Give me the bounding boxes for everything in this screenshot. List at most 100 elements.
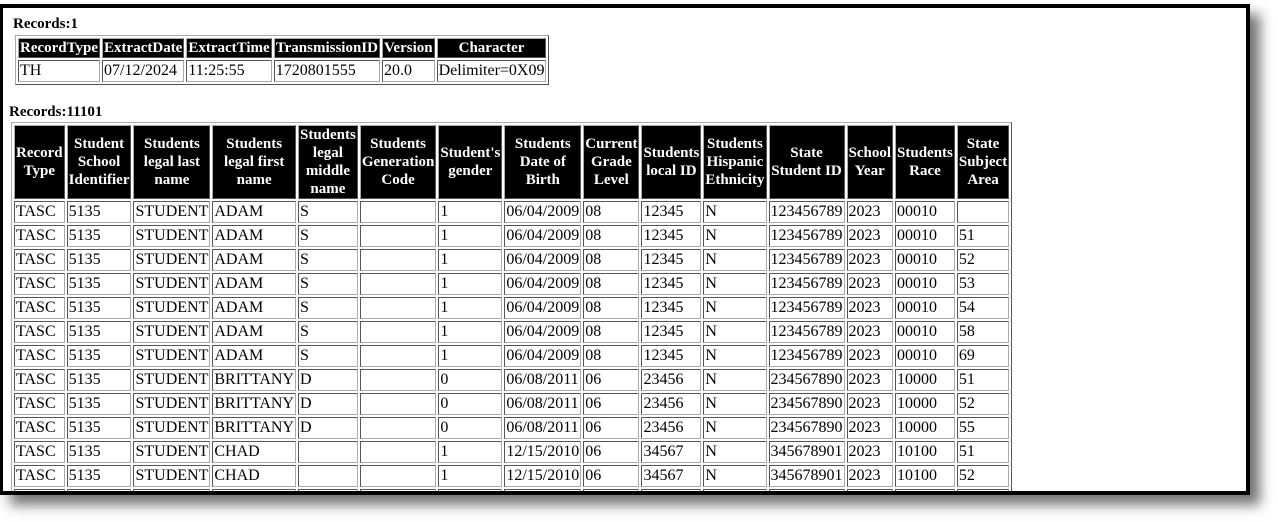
cell-state-student-id: 345678901 (768, 441, 845, 463)
column-header-hispanic-ethnicity: Students Hispanic Ethnicity (703, 125, 767, 199)
cell-record-type: TASC (14, 321, 65, 343)
cell-legal-first-name: ADAM (212, 321, 296, 343)
cell-state-subject-area: 51 (956, 441, 1010, 463)
cell-state-subject-area (956, 201, 1010, 223)
cell-legal-first-name: ADAM (212, 297, 296, 319)
cell-legal-last-name: STUDENT (133, 441, 211, 463)
cell-legal-first-name: CHAD (212, 441, 296, 463)
column-header-extractdate: ExtractDate (102, 38, 185, 58)
cell-student-school-identifier: 5135 (66, 369, 132, 391)
column-header-school-year: School Year (846, 125, 894, 199)
column-header-version: Version (381, 38, 435, 58)
cell-race: 00010 (895, 225, 955, 247)
cell-gender: 0 (438, 417, 503, 439)
cell-student-school-identifier: 5135 (66, 345, 132, 367)
cell-date-of-birth: 12/15/2010 (504, 489, 582, 491)
cell-local-id: 34567 (641, 441, 702, 463)
cell-legal-first-name: ADAM (212, 345, 296, 367)
cell-hispanic-ethnicity: N (703, 345, 767, 367)
cell-hispanic-ethnicity: N (703, 225, 767, 247)
cell-local-id: 23456 (641, 417, 702, 439)
cell-date-of-birth: 12/15/2010 (504, 465, 582, 487)
cell-hispanic-ethnicity: N (703, 369, 767, 391)
cell-local-id: 23456 (641, 369, 702, 391)
cell-grade-level: 08 (583, 273, 640, 295)
cell-state-student-id: 123456789 (768, 201, 845, 223)
cell-local-id: 12345 (641, 273, 702, 295)
cell-generation-code (359, 393, 437, 415)
cell-gender: 1 (438, 321, 503, 343)
cell-recordtype: TH (18, 60, 101, 82)
cell-grade-level: 06 (583, 489, 640, 491)
cell-student-school-identifier: 5135 (66, 249, 132, 271)
table-row: TASC 5135 STUDENT ADAM S 1 06/04/2009 08 12345 N 1… (14, 201, 1010, 223)
student-records-body: TASC 5135 STUDENT ADAM S 1 06/04/2009 08 12345 N 1… (14, 201, 1010, 491)
cell-record-type: TASC (14, 465, 65, 487)
cell-gender: 1 (438, 441, 503, 463)
cell-race: 10000 (895, 417, 955, 439)
cell-student-school-identifier: 5135 (66, 441, 132, 463)
table-row: TASC 5135 STUDENT ADAM S 1 06/04/2009 08 12345 N 1… (14, 225, 1010, 247)
cell-student-school-identifier: 5135 (66, 225, 132, 247)
cell-generation-code (359, 489, 437, 491)
cell-legal-last-name: STUDENT (133, 369, 211, 391)
cell-legal-middle-name: S (297, 249, 358, 271)
cell-student-school-identifier: 5135 (66, 201, 132, 223)
table-row: TASC 5135 STUDENT ADAM S 1 06/04/2009 08 12345 N 1… (14, 321, 1010, 343)
cell-local-id: 34567 (641, 489, 702, 491)
cell-generation-code (359, 441, 437, 463)
cell-race: 10100 (895, 465, 955, 487)
header-records-count: Records:1 (13, 16, 78, 32)
cell-generation-code (359, 465, 437, 487)
cell-school-year: 2023 (846, 249, 894, 271)
cell-character: Delimiter=0X09 (436, 60, 547, 82)
cell-student-school-identifier: 5135 (66, 489, 132, 491)
cell-state-student-id: 123456789 (768, 321, 845, 343)
cell-legal-first-name: CHAD (212, 489, 296, 491)
cell-grade-level: 06 (583, 393, 640, 415)
cell-legal-middle-name: D (297, 369, 358, 391)
cell-legal-middle-name: D (297, 393, 358, 415)
cell-gender: 1 (438, 225, 503, 247)
frame-top-gap (590, 0, 1278, 4)
cell-date-of-birth: 06/08/2011 (504, 393, 582, 415)
table-row: TASC 5135 STUDENT ADAM S 1 06/04/2009 08 12345 N 1… (14, 345, 1010, 367)
cell-generation-code (359, 201, 437, 223)
cell-student-school-identifier: 5135 (66, 297, 132, 319)
table-row: TASC5135STUDENTCHAD 112/15/20100634567N34… (14, 489, 1010, 491)
cell-school-year: 2023 (846, 369, 894, 391)
cell-generation-code (359, 345, 437, 367)
cell-local-id: 12345 (641, 225, 702, 247)
cell-race: 10000 (895, 393, 955, 415)
column-header-legal-last-name: Students legal last name (133, 125, 211, 199)
cell-state-student-id: 123456789 (768, 297, 845, 319)
cell-legal-last-name: STUDENT (133, 225, 211, 247)
cell-legal-last-name: STUDENT (133, 393, 211, 415)
cell-state-subject-area: 69 (956, 345, 1010, 367)
cell-legal-last-name: STUDENT (133, 465, 211, 487)
cell-student-school-identifier: 5135 (66, 393, 132, 415)
cell-extractdate: 07/12/2024 (102, 60, 185, 82)
cell-generation-code (359, 225, 437, 247)
cell-gender: 1 (438, 201, 503, 223)
student-records-head-row: Record Type Student School Identifier Stud… (14, 125, 1010, 199)
column-header-character: Character (436, 38, 547, 58)
cell-local-id: 23456 (641, 393, 702, 415)
cell-legal-last-name: STUDENT (133, 417, 211, 439)
column-header-state-student-id: State Student ID (768, 125, 845, 199)
cell-school-year: 2023 (846, 321, 894, 343)
cell-state-subject-area: 51 (956, 225, 1010, 247)
table-row: TASC5135STUDENTCHAD 112/15/20100634567N34… (14, 441, 1010, 463)
cell-grade-level: 06 (583, 417, 640, 439)
cell-state-subject-area: 55 (956, 489, 1010, 491)
cell-hispanic-ethnicity: N (703, 441, 767, 463)
cell-legal-first-name: ADAM (212, 225, 296, 247)
cell-legal-first-name: BRITTANY (212, 393, 296, 415)
header-record-table-head-row: RecordType ExtractDate ExtractTime Trans… (18, 38, 547, 58)
cell-grade-level: 06 (583, 369, 640, 391)
cell-gender: 1 (438, 465, 503, 487)
cell-race: 00010 (895, 273, 955, 295)
column-header-recordtype: RecordType (18, 38, 101, 58)
cell-gender: 1 (438, 297, 503, 319)
cell-generation-code (359, 249, 437, 271)
